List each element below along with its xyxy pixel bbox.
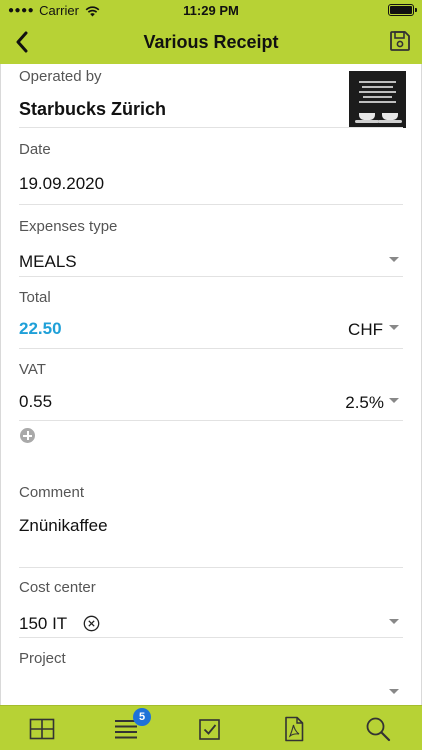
operated-by-value[interactable]: Starbucks Zürich xyxy=(19,99,166,120)
divider xyxy=(19,567,403,568)
cost-center-value[interactable]: 150 IT xyxy=(19,614,67,634)
receipts-count-badge: 5 xyxy=(133,708,151,726)
pdf-icon xyxy=(285,716,304,741)
tab-receipts[interactable]: 5 xyxy=(84,706,168,750)
vat-value[interactable]: 0.55 xyxy=(19,392,52,412)
tab-bar: 5 xyxy=(0,705,422,750)
total-label: Total xyxy=(19,289,51,306)
floppy-disk-icon xyxy=(390,31,410,51)
expenses-type-value[interactable]: MEALS xyxy=(19,252,77,272)
add-vat-icon[interactable] xyxy=(20,428,35,443)
currency-select[interactable]: CHF xyxy=(348,320,383,340)
operated-by-label: Operated by xyxy=(19,68,102,85)
total-value[interactable]: 22.50 xyxy=(19,319,62,339)
date-label: Date xyxy=(19,141,51,158)
divider xyxy=(19,276,403,277)
clock: 11:29 PM xyxy=(183,3,239,18)
receipt-form: Operated by Starbucks Zürich Date 19.09.… xyxy=(0,64,422,705)
cost-center-dropdown-icon[interactable] xyxy=(389,619,399,624)
clear-cost-center-icon[interactable] xyxy=(83,615,100,632)
expenses-type-dropdown-icon[interactable] xyxy=(389,257,399,262)
comment-value[interactable]: Znünikaffee xyxy=(19,516,108,536)
divider xyxy=(19,127,403,128)
tab-search[interactable] xyxy=(336,706,420,750)
comment-label: Comment xyxy=(19,484,85,501)
page-title: Various Receipt xyxy=(143,32,279,52)
search-icon xyxy=(366,717,391,741)
save-button[interactable] xyxy=(385,26,415,56)
divider xyxy=(19,420,403,421)
vat-label: VAT xyxy=(19,361,46,378)
divider xyxy=(19,204,403,205)
grid-icon xyxy=(29,718,55,739)
currency-dropdown-icon[interactable] xyxy=(389,325,399,330)
vat-rate-dropdown-icon[interactable] xyxy=(389,398,399,403)
expenses-type-label: Expenses type xyxy=(19,218,118,235)
project-dropdown-icon[interactable] xyxy=(389,689,399,694)
divider xyxy=(19,637,403,638)
navigation-bar: Various Receipt xyxy=(0,20,422,64)
date-value[interactable]: 19.09.2020 xyxy=(19,174,104,194)
vat-rate-select[interactable]: 2.5% xyxy=(345,393,384,413)
cost-center-label: Cost center xyxy=(19,579,96,596)
tab-overview[interactable] xyxy=(0,706,84,750)
project-label: Project xyxy=(19,650,66,667)
divider xyxy=(19,348,403,349)
tab-approvals[interactable] xyxy=(168,706,252,750)
tab-reports[interactable] xyxy=(252,706,336,750)
status-bar: ●●●● Carrier 11:29 PM xyxy=(0,0,422,20)
checkbox-icon xyxy=(199,718,220,740)
receipt-thumbnail[interactable] xyxy=(349,71,406,128)
battery-icon xyxy=(388,4,417,16)
